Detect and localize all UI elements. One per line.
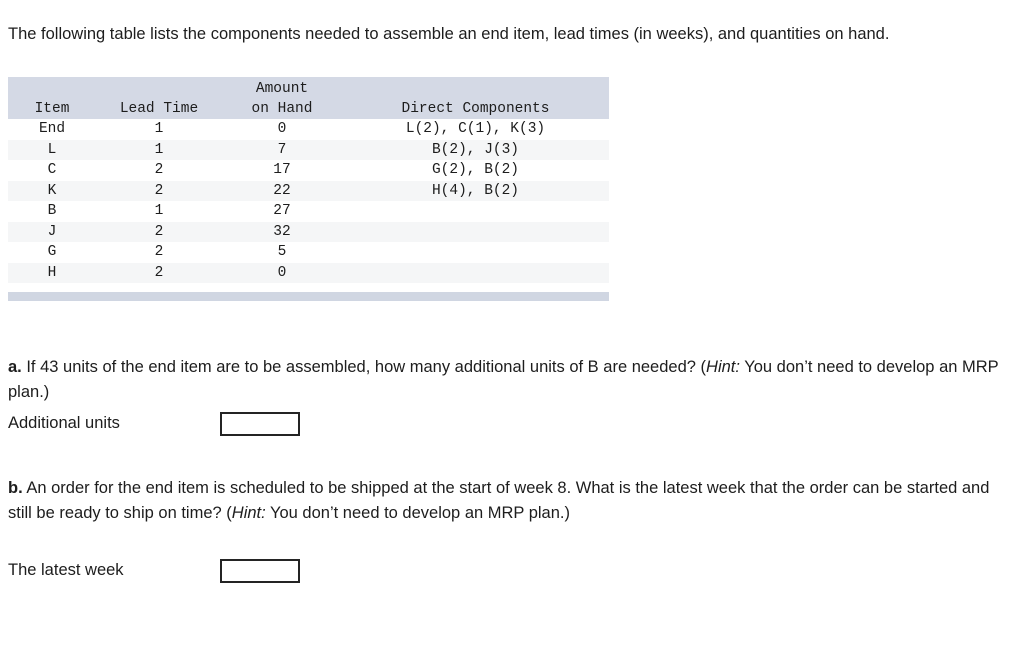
table-header-row: Item Lead Time Amount on Hand Direct Com… [8, 77, 609, 119]
column-header-lead-time-label: Lead Time [119, 101, 199, 117]
column-header-amount-line2: on Hand [251, 101, 313, 117]
column-header-direct-components-label: Direct Components [401, 101, 550, 117]
worksheet-page: The following table lists the components… [0, 0, 1024, 646]
cell-amount-on-hand: 7 [222, 139, 342, 160]
answer-row-b: The latest week [8, 557, 508, 583]
cell-direct-components [342, 242, 609, 263]
cell-direct-components: G(2), B(2) [431, 162, 519, 178]
column-header-amount-line1: Amount [255, 81, 309, 97]
cell-amount-on-hand: 22 [222, 180, 342, 201]
column-header-lead-time: Lead Time [96, 77, 222, 119]
table-header: Item Lead Time Amount on Hand Direct Com… [8, 77, 609, 119]
question-a-text-before-hint: If 43 units of the end item are to be as… [21, 357, 707, 376]
table-body: End 1 0 L(2), C(1), K(3) L 1 7 B(2), J(3) C 2 17 G(… [8, 119, 609, 283]
components-table-container: Item Lead Time Amount on Hand Direct Com… [8, 77, 609, 301]
cell-lead-time: 1 [96, 139, 222, 160]
table-footer-bar [8, 292, 609, 301]
question-a: a. If 43 units of the end item are to be… [8, 355, 1002, 405]
cell-direct-components [342, 201, 609, 222]
column-header-amount-on-hand: Amount on Hand [222, 77, 342, 119]
cell-lead-time: 2 [96, 221, 222, 242]
cell-lead-time: 2 [96, 180, 222, 201]
cell-lead-time: 2 [154, 162, 164, 178]
question-b-label: b. [8, 478, 23, 497]
table-row: L 1 7 B(2), J(3) [8, 139, 609, 160]
cell-amount-on-hand: 17 [273, 162, 291, 178]
question-a-hint-word: Hint: [706, 357, 740, 376]
cell-amount-on-hand: 32 [222, 221, 342, 242]
table-row: H20 [8, 262, 609, 283]
cell-item: L [8, 139, 96, 160]
cell-direct-components [342, 221, 609, 242]
table-row: C 2 17 G(2), B(2) [8, 160, 609, 181]
cell-amount-on-hand: 27 [273, 203, 291, 219]
cell-direct-components: H(4), B(2) [342, 180, 609, 201]
cell-item: End [38, 121, 66, 137]
cell-direct-components: L(2), C(1), K(3) [405, 121, 546, 137]
intro-paragraph: The following table lists the components… [8, 24, 890, 43]
answer-row-a: Additional units [8, 410, 508, 436]
cell-direct-components: B(2), J(3) [342, 139, 609, 160]
question-b-text-after-hint: You don’t need to develop an MRP plan.) [265, 503, 570, 522]
additional-units-input[interactable] [220, 412, 300, 436]
cell-direct-components [342, 262, 609, 283]
table-row: J 2 32 [8, 221, 609, 242]
table-row: G 2 5 [8, 242, 609, 263]
cell-item: G [47, 244, 57, 260]
cell-amount-on-hand: 0 [277, 121, 287, 137]
column-header-direct-components: Direct Components [342, 77, 609, 119]
column-header-item: Item [8, 77, 96, 119]
cell-item: H [8, 262, 96, 283]
column-header-item-label: Item [34, 101, 70, 117]
table-row: K 2 22 H(4), B(2) [8, 180, 609, 201]
cell-lead-time: 1 [154, 121, 164, 137]
components-table: Item Lead Time Amount on Hand Direct Com… [8, 77, 609, 283]
table-row: B 1 27 [8, 201, 609, 222]
cell-lead-time: 2 [96, 262, 222, 283]
cell-amount-on-hand: 5 [277, 244, 287, 260]
cell-lead-time: 2 [154, 244, 164, 260]
answer-a-label: Additional units [8, 414, 120, 432]
cell-item: C [47, 162, 57, 178]
cell-lead-time: 1 [154, 203, 164, 219]
question-a-label: a. [8, 357, 22, 376]
table-row: End 1 0 L(2), C(1), K(3) [8, 119, 609, 140]
question-b: b. An order for the end item is schedule… [8, 476, 1002, 526]
latest-week-input[interactable] [220, 559, 300, 583]
cell-item: B [47, 203, 57, 219]
question-b-hint-word: Hint: [231, 503, 266, 522]
cell-item: J [8, 221, 96, 242]
cell-item: K [8, 180, 96, 201]
cell-amount-on-hand: 0 [222, 262, 342, 283]
answer-b-label: The latest week [8, 561, 124, 579]
